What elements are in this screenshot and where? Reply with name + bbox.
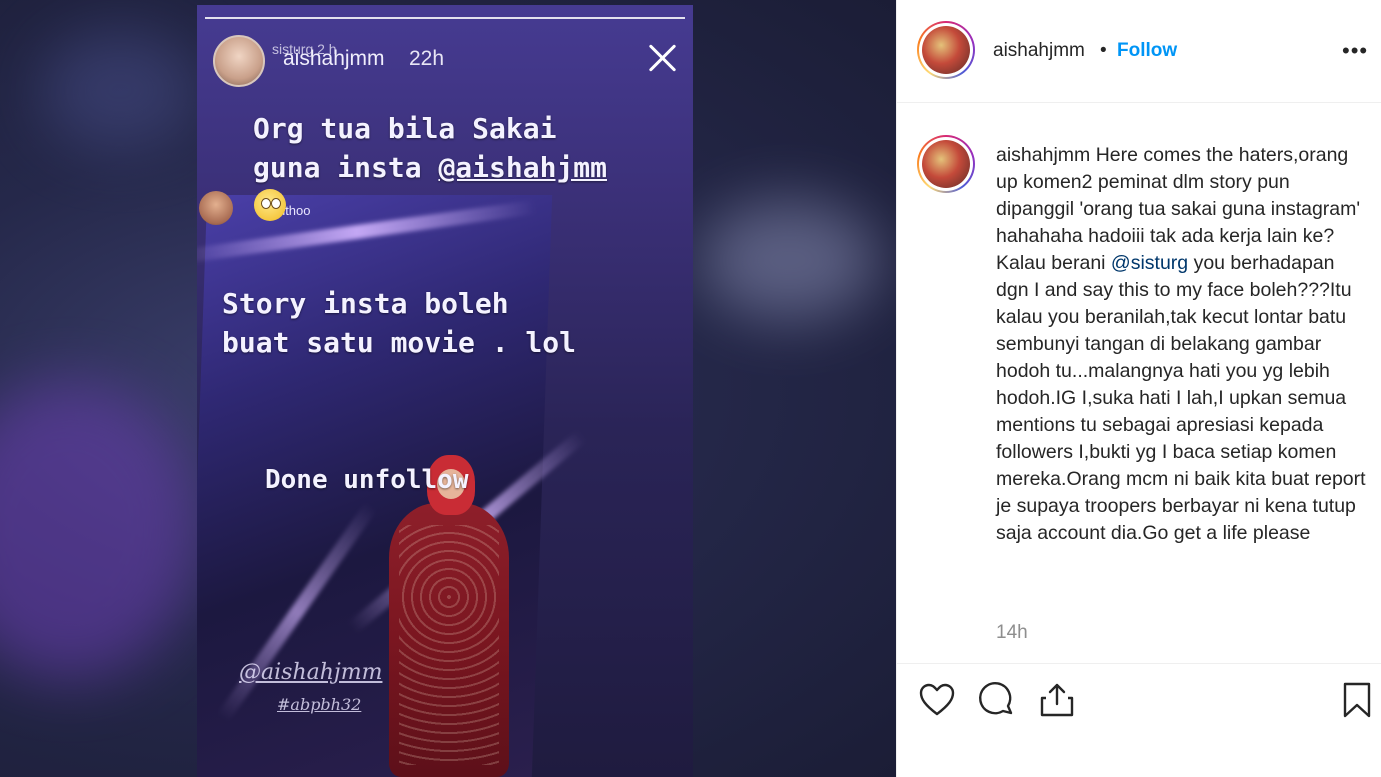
caption-username[interactable]: aishahjmm [996, 144, 1090, 166]
more-options-icon[interactable]: ••• [1342, 38, 1368, 64]
post-actions [897, 663, 1381, 777]
watermark-handle: @aishahjmm [239, 660, 383, 685]
story-username: aishahjmm [283, 47, 385, 70]
avatar[interactable] [917, 21, 975, 79]
comment-icon[interactable] [977, 680, 1017, 720]
avatar [213, 35, 265, 87]
story-time: 22h [409, 47, 445, 70]
separator-dot: • [1100, 40, 1107, 61]
story-text-3: Done unfollow [265, 465, 469, 495]
story-mention: @aishahjmm [438, 151, 608, 184]
share-icon[interactable] [1037, 680, 1077, 720]
follow-button[interactable]: Follow [1117, 40, 1177, 62]
story-screenshot: sisturg 2 h aishahjmm 22h Org tua bila S… [197, 5, 693, 777]
avatar [199, 191, 233, 225]
post-timestamp[interactable]: 14h [996, 622, 1028, 644]
story-progress-bar [205, 17, 685, 19]
background-blur [0, 380, 200, 680]
dress-pattern [399, 525, 499, 765]
close-icon [647, 43, 677, 73]
post-caption: aishahjmm Here comes the haters,orang up… [996, 142, 1366, 547]
bookmark-icon[interactable] [1337, 680, 1377, 720]
background-blur [40, 30, 200, 150]
post-panel: aishahjmm • Follow ••• aishahjmm Here co… [896, 0, 1381, 777]
caption-mention[interactable]: @sisturg [1111, 252, 1188, 274]
heart-icon[interactable] [917, 680, 957, 720]
avatar[interactable] [917, 135, 975, 193]
watermark-hashtag: #abpbh32 [277, 695, 362, 714]
caption-text: you berhadapan dgn I and say this to my … [996, 252, 1366, 544]
story-text-1: Org tua bila Sakai guna insta @aishahjmm [253, 109, 607, 187]
story-text-2: Story insta boleh buat satu movie . lol [222, 287, 577, 359]
performer-image [389, 455, 509, 777]
post-media[interactable]: sisturg 2 h aishahjmm 22h Org tua bila S… [0, 0, 896, 777]
eye-roll-emoji-icon [254, 189, 286, 221]
post-header: aishahjmm • Follow ••• [897, 0, 1381, 103]
background-blur [700, 200, 880, 320]
header-username[interactable]: aishahjmm [993, 40, 1085, 62]
